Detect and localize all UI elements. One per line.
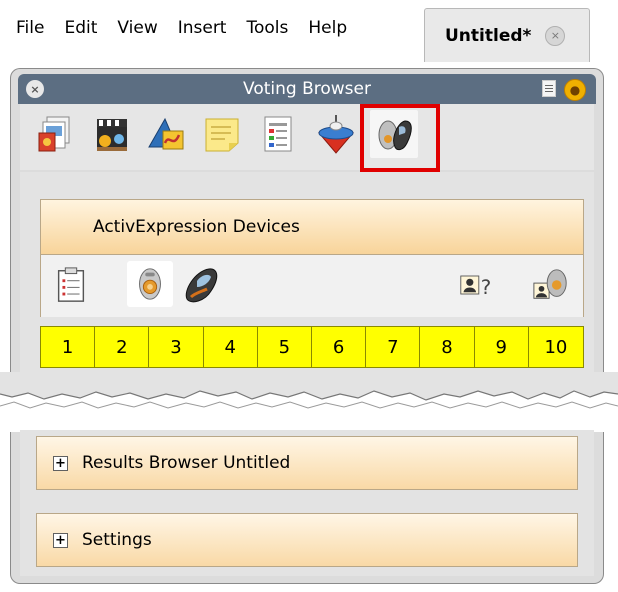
menu-edit[interactable]: Edit	[54, 18, 107, 38]
activote-icon[interactable]	[127, 261, 173, 307]
action-browser-icon[interactable]	[312, 110, 360, 158]
notes-browser-icon[interactable]	[198, 110, 246, 158]
panel-title: Voting Browser	[243, 79, 371, 99]
panel-close-icon[interactable]: ×	[26, 80, 44, 98]
menu-help[interactable]: Help	[298, 18, 357, 38]
activexpression-section-header[interactable]: ActivExpression Devices	[40, 199, 584, 255]
device-number-3[interactable]: 3	[149, 327, 204, 367]
device-number-8[interactable]: 8	[420, 327, 475, 367]
device-toolbar: ?	[40, 255, 584, 317]
menu-bar: File Edit View Insert Tools Help	[6, 8, 416, 48]
pin-icon[interactable]: ●	[564, 79, 586, 101]
object-browser-icon[interactable]	[142, 110, 190, 158]
device-number-1[interactable]: 1	[41, 327, 96, 367]
torn-divider	[0, 372, 618, 432]
selected-browser-highlight	[360, 104, 440, 172]
document-tab-label: Untitled*	[445, 25, 532, 46]
identify-icon[interactable]: ?	[455, 263, 499, 307]
document-tab[interactable]: Untitled* ×	[424, 8, 590, 62]
menu-view[interactable]: View	[107, 18, 167, 38]
results-browser-section[interactable]: + Results Browser Untitled	[36, 436, 578, 490]
device-number-6[interactable]: 6	[312, 327, 367, 367]
menu-insert[interactable]: Insert	[168, 18, 237, 38]
settings-label: Settings	[82, 530, 152, 550]
menu-file[interactable]: File	[6, 18, 54, 38]
results-browser-label: Results Browser Untitled	[82, 453, 291, 473]
device-number-9[interactable]: 9	[475, 327, 529, 367]
device-number-7[interactable]: 7	[366, 327, 421, 367]
questions-icon[interactable]	[49, 263, 93, 307]
panel-titlebar: × Voting Browser ●	[18, 74, 596, 104]
device-registration-icon[interactable]	[529, 263, 573, 307]
page-browser-icon[interactable]	[88, 110, 136, 158]
activexpression-icon[interactable]	[179, 263, 223, 307]
document-icon[interactable]	[542, 80, 556, 97]
device-number-strip: 1 2 3 4 5 6 7 8 9 10	[40, 326, 584, 368]
expand-icon[interactable]: +	[53, 455, 68, 471]
menu-tools[interactable]: Tools	[236, 18, 298, 38]
tab-close-icon[interactable]: ×	[545, 25, 566, 46]
device-number-5[interactable]: 5	[258, 327, 312, 367]
settings-section[interactable]: + Settings	[36, 513, 578, 567]
device-number-4[interactable]: 4	[204, 327, 258, 367]
property-browser-icon[interactable]	[254, 110, 302, 158]
svg-text:?: ?	[481, 276, 492, 299]
device-number-2[interactable]: 2	[95, 327, 150, 367]
expand-icon[interactable]: +	[53, 532, 68, 548]
device-number-10[interactable]: 10	[529, 327, 583, 367]
browser-toolbar	[20, 104, 594, 170]
resource-browser-icon[interactable]	[34, 110, 82, 158]
